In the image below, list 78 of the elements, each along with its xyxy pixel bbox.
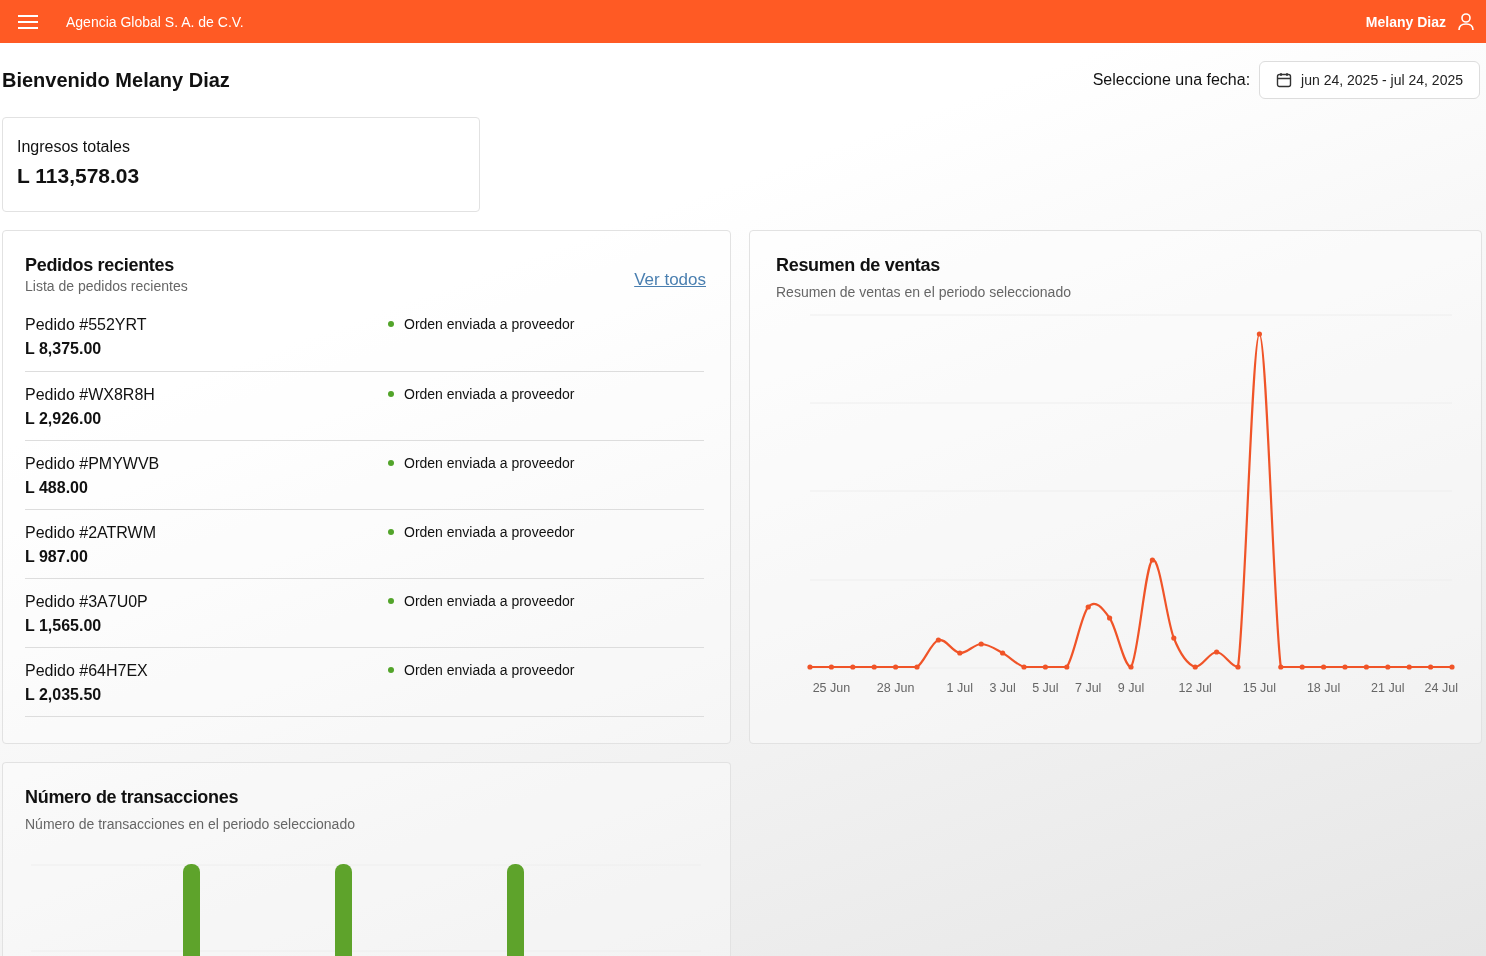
data-point	[1363, 664, 1369, 670]
order-id: Pedido #64H7EX	[25, 662, 148, 680]
data-point	[828, 664, 834, 670]
data-point	[807, 664, 813, 670]
axis-label: 28 Jun	[876, 681, 915, 695]
income-value: L 113,578.03	[17, 164, 141, 188]
data-point	[1235, 664, 1241, 670]
data-point	[1000, 650, 1006, 656]
axis-label: 12 Jul	[1178, 681, 1212, 695]
income-label: Ingresos totales	[17, 138, 131, 156]
order-amount: L 987.00	[25, 548, 89, 566]
data-point	[1321, 664, 1327, 670]
card-title: Pedidos recientes	[25, 255, 175, 276]
data-point	[957, 650, 963, 656]
axis-label: 21 Jul	[1371, 681, 1405, 695]
user-name: Melany Diaz	[1365, 13, 1446, 30]
date-label: Seleccione una fecha:	[1092, 71, 1251, 89]
axis-label: 24 Jul	[1424, 681, 1458, 695]
data-point	[871, 664, 877, 670]
order-amount: L 2,035.50	[25, 686, 103, 704]
data-point	[1406, 664, 1412, 670]
data-point	[1171, 635, 1177, 641]
axis-label: 5 Jul	[1032, 681, 1059, 695]
order-amount: L 2,926.00	[25, 410, 103, 428]
axis-label: 3 Jul	[989, 681, 1016, 695]
data-point	[1278, 664, 1284, 670]
data-point	[1192, 664, 1198, 670]
order-status: Orden enviada a proveedor	[404, 386, 575, 402]
order-status: Orden enviada a proveedor	[404, 662, 575, 678]
order-id: Pedido #3A7U0P	[25, 593, 148, 611]
order-id: Pedido #2ATRWM	[25, 524, 156, 542]
order-id: Pedido #PMYWVB	[25, 455, 160, 473]
data-point	[1214, 649, 1220, 655]
calendar-icon	[1276, 72, 1293, 88]
order-status: Orden enviada a proveedor	[404, 524, 575, 540]
data-point	[1107, 615, 1113, 621]
order-status: Orden enviada a proveedor	[404, 316, 575, 332]
axis-label: 9 Jul	[1117, 681, 1145, 695]
data-point	[1064, 664, 1070, 670]
order-id: Pedido #WX8R8H	[25, 386, 155, 404]
company-name: Agencia Global S. A. de C.V.	[66, 13, 245, 30]
menu-icon[interactable]	[18, 13, 38, 30]
card-subtitle: Resumen de ventas en el periodo seleccionado	[776, 284, 1072, 300]
view-all-link[interactable]: Ver todos	[634, 270, 706, 290]
order-status: Orden enviada a proveedor	[404, 455, 575, 471]
card-title: Resumen de ventas	[776, 255, 941, 276]
order-status: Orden enviada a proveedor	[404, 593, 575, 609]
data-point	[1085, 604, 1091, 610]
order-amount: L 488.00	[25, 479, 89, 497]
data-point	[1256, 331, 1262, 337]
card-subtitle: Lista de pedidos recientes	[25, 278, 188, 294]
axis-label: 7 Jul	[1075, 681, 1102, 695]
data-point	[1299, 664, 1305, 670]
order-id: Pedido #552YRT	[25, 316, 147, 334]
card-subtitle: Número de transacciones en el periodo seleccionado	[25, 816, 356, 832]
axis-label: 25 Jun	[812, 681, 851, 695]
data-point	[1021, 664, 1027, 670]
welcome-heading: Bienvenido Melany Diaz	[2, 68, 230, 92]
axis-label: 15 Jul	[1242, 681, 1277, 695]
axis-label: 18 Jul	[1306, 681, 1341, 695]
data-point	[1449, 664, 1455, 670]
user-icon[interactable]	[1458, 12, 1474, 31]
data-point	[1042, 664, 1048, 670]
data-point	[893, 664, 899, 670]
data-point	[935, 637, 941, 643]
data-point	[1385, 664, 1391, 670]
data-point	[1428, 664, 1434, 670]
axis-label: 1 Jul	[946, 681, 973, 695]
data-point	[1342, 664, 1348, 670]
data-point	[914, 664, 920, 670]
data-point	[1149, 557, 1155, 563]
order-amount: L 8,375.00	[25, 340, 103, 358]
data-point	[1128, 664, 1134, 670]
date-range-button[interactable]: jun 24, 2025 - jul 24, 2025	[1259, 61, 1480, 99]
data-point	[850, 664, 856, 670]
card-title: Número de transacciones	[25, 787, 240, 808]
data-point	[978, 641, 984, 647]
order-amount: L 1,565.00	[25, 617, 103, 635]
